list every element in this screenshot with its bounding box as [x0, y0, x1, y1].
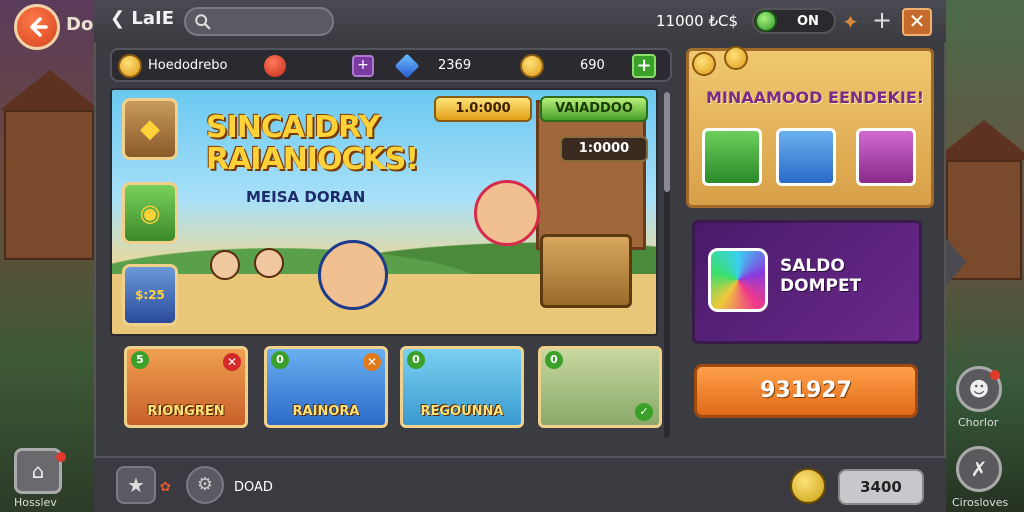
house: [4, 110, 94, 260]
coin-count: 690: [580, 58, 605, 73]
close-icon[interactable]: ✕: [363, 353, 381, 371]
promo-item[interactable]: [776, 128, 836, 186]
coin-icon: [724, 46, 748, 70]
wallet-label: SALDO DOMPET: [780, 256, 862, 296]
person-icon: ☻: [968, 377, 990, 401]
check-icon: ✓: [635, 403, 653, 421]
bottom-value[interactable]: 3400: [838, 469, 924, 505]
side-button-price-label: $:25: [135, 288, 165, 302]
hero-character-head: [318, 240, 388, 310]
character-label: Chorlor: [958, 416, 999, 429]
girl-character-head: [210, 250, 240, 280]
screen-title[interactable]: ❮ LaIE: [110, 8, 174, 29]
side-label: Do: [66, 14, 94, 35]
flower-icon: ✿: [160, 480, 171, 495]
card-label: REGOUNNA: [420, 404, 504, 419]
player-name: Hoedodrebo: [148, 58, 228, 73]
gear-icon[interactable]: ✦: [842, 10, 859, 34]
next-arrow-icon[interactable]: [946, 238, 966, 286]
on-toggle[interactable]: ON: [752, 8, 836, 34]
tools-label: Cirosloves: [952, 496, 1009, 509]
home-button[interactable]: ⌂: [14, 448, 62, 494]
tools-button[interactable]: ✗: [956, 446, 1002, 492]
item-card[interactable]: 0 ✕ RAINORA: [264, 346, 388, 428]
house-roof: [934, 120, 1024, 160]
banner-headline: SINCAIDRY RAIANIOCKS!: [206, 110, 419, 177]
item-card[interactable]: 0 ✓: [538, 346, 662, 428]
promo-item[interactable]: [856, 128, 916, 186]
resource-bar: Hoedodrebo + 2369 690 +: [110, 48, 672, 82]
house-icon: ⌂: [31, 459, 45, 483]
arrow-left-icon: [30, 17, 48, 37]
chevron-left-icon: ❮: [110, 8, 126, 29]
promo-title: MINAAMOOD EENDEKIE!: [706, 88, 925, 107]
close-button[interactable]: ✕: [902, 8, 932, 36]
action-button[interactable]: 931927: [694, 364, 918, 418]
house-roof: [0, 70, 100, 110]
star-button[interactable]: ★: [116, 466, 156, 504]
gold-coin-button[interactable]: [790, 468, 826, 504]
top-coins-text: 11000 ₺C$: [656, 12, 739, 30]
card-label: RAINORA: [292, 404, 360, 419]
banner-subline: MEISA DORAN: [246, 188, 366, 206]
card-badge: 0: [271, 351, 289, 369]
scroll-icon: ◆: [140, 114, 160, 144]
gold-coin-icon: [520, 54, 544, 78]
plus-icon[interactable]: +: [872, 6, 892, 34]
hut: [536, 100, 646, 250]
purple-plus-icon[interactable]: +: [352, 55, 374, 77]
gem-count: 2369: [438, 58, 472, 73]
settings-button[interactable]: ⚙: [186, 466, 224, 504]
toggle-knob: [755, 10, 777, 32]
gold-price-pill[interactable]: 1.0:000: [434, 96, 532, 122]
item-card[interactable]: 0 REGOUNNA: [400, 346, 524, 428]
star-icon: ★: [127, 473, 145, 497]
search-icon: [195, 13, 211, 29]
item-card[interactable]: 5 ✕ RIONGREN: [124, 346, 248, 428]
girl-character-head: [254, 248, 284, 278]
dark-price-pill[interactable]: 1:0000: [560, 136, 648, 162]
search-input[interactable]: [184, 7, 334, 36]
card-badge: 0: [407, 351, 425, 369]
notification-dot: [56, 452, 66, 462]
ruby-icon[interactable]: [264, 55, 286, 77]
notification-dot: [990, 370, 1000, 380]
green-price-pill[interactable]: VAIADDOO: [540, 96, 648, 122]
back-arrow-button[interactable]: [14, 4, 60, 50]
side-button-scroll[interactable]: ◆: [122, 98, 178, 160]
side-button-price[interactable]: $:25: [122, 264, 178, 326]
scrollbar-thumb[interactable]: [664, 92, 670, 192]
gear-icon: ⚙: [196, 474, 214, 495]
toggle-label: ON: [797, 13, 819, 29]
wallet-icon: [708, 248, 768, 312]
gem-icon: [394, 53, 420, 79]
card-badge: 0: [545, 351, 563, 369]
pirate-character-head: [474, 180, 540, 246]
bottom-label: DOAD: [234, 480, 273, 495]
card-label: RIONGREN: [147, 404, 225, 419]
compass-icon: ◉: [139, 199, 161, 227]
background-left-scenery: [0, 0, 100, 512]
featured-banner[interactable]: ◆ ◉ $:25 SINCAIDRY RAIANIOCKS! MEISA DOR…: [110, 88, 658, 336]
coin-icon: [118, 54, 142, 78]
treasure-chest: [540, 234, 632, 308]
promo-item[interactable]: [702, 128, 762, 186]
card-badge: 5: [131, 351, 149, 369]
wrench-icon: ✗: [970, 457, 988, 481]
home-label: Hosslev: [14, 496, 57, 509]
add-coins-button[interactable]: +: [632, 54, 656, 78]
coin-icon: [692, 52, 716, 76]
close-icon[interactable]: ✕: [223, 353, 241, 371]
side-button-compass[interactable]: ◉: [122, 182, 178, 244]
close-icon: ✕: [908, 9, 926, 33]
